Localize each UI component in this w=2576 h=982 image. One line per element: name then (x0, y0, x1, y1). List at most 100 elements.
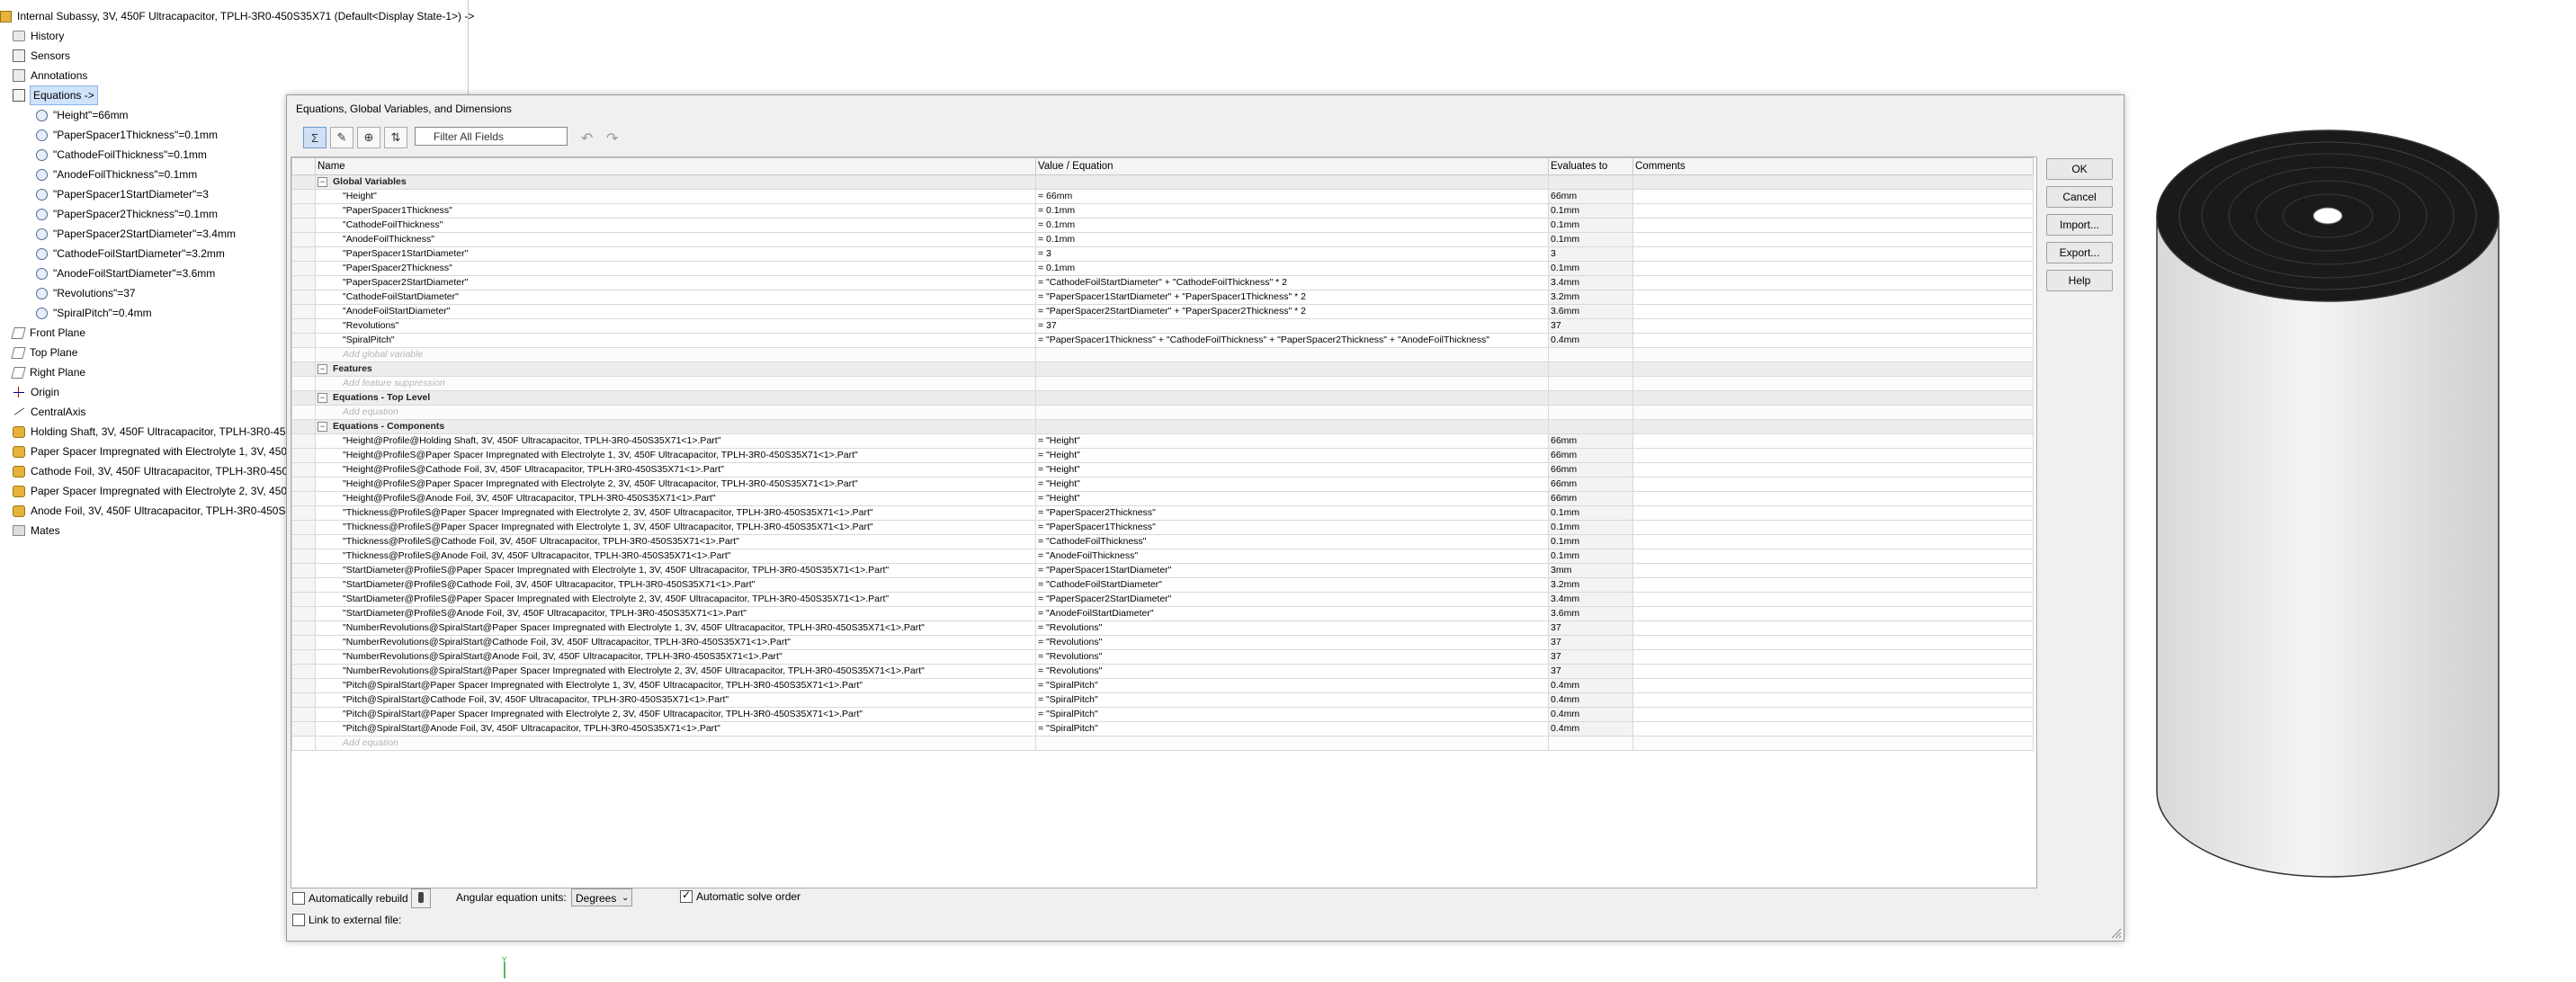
value-equation-cell[interactable]: = "Height" (1035, 433, 1549, 449)
section-row-components[interactable]: − Equations - Components (291, 419, 2034, 434)
evaluates-to-cell[interactable]: 66mm (1548, 433, 1633, 449)
value-equation-cell[interactable]: = "Revolutions" (1035, 635, 1549, 650)
comment-cell[interactable] (1632, 376, 2034, 391)
undo-icon[interactable]: ↶ (581, 129, 593, 147)
tree-equation-item[interactable]: "CathodeFoilThickness"=0.1mm (36, 146, 207, 164)
value-equation-cell[interactable]: = "PaperSpacer1StartDiameter" (1035, 563, 1549, 578)
value-equation-cell[interactable]: = "PaperSpacer2StartDiameter" + "PaperSp… (1035, 304, 1549, 319)
row-marker[interactable] (291, 736, 316, 751)
export-button[interactable]: Export... (2046, 242, 2113, 263)
comment-cell[interactable] (1632, 664, 2034, 679)
column-header-evaluates[interactable]: Evaluates to (1548, 157, 1633, 175)
table-row[interactable]: "StartDiameter@ProfileS@Paper Spacer Imp… (291, 563, 2034, 578)
section-value-cell[interactable] (1035, 362, 1549, 377)
ordered-view-button[interactable]: ⇅ (384, 127, 407, 148)
tree-equation-item[interactable]: "PaperSpacer2StartDiameter"=3.4mm (36, 225, 236, 243)
tree-item-part[interactable]: Paper Spacer Impregnated with Electrolyt… (13, 482, 293, 500)
section-eval-cell[interactable] (1548, 419, 1633, 434)
value-equation-cell[interactable]: = 0.1mm (1035, 261, 1549, 276)
comment-cell[interactable] (1632, 462, 2034, 478)
table-row[interactable]: "Pitch@SpiralStart@Paper Spacer Impregna… (291, 678, 2034, 693)
cancel-button[interactable]: Cancel (2046, 186, 2113, 208)
eval-cell[interactable] (1548, 376, 1633, 391)
name-cell[interactable]: "PaperSpacer2StartDiameter" (315, 275, 1036, 290)
dimension-view-button[interactable]: ⊕ (357, 127, 380, 148)
value-equation-cell[interactable]: = "SpiralPitch" (1035, 707, 1549, 722)
resize-grip-icon[interactable] (2109, 926, 2122, 939)
table-row[interactable]: "PaperSpacer1StartDiameter" = 33 (291, 246, 2034, 262)
evaluates-to-cell[interactable]: 37 (1548, 318, 1633, 334)
value-equation-cell[interactable]: = "PaperSpacer1Thickness" + "CathodeFoil… (1035, 333, 1549, 348)
table-row[interactable]: "NumberRevolutions@SpiralStart@Paper Spa… (291, 664, 2034, 679)
comment-cell[interactable] (1632, 491, 2034, 506)
value-equation-cell[interactable]: = "CathodeFoilStartDiameter" + "CathodeF… (1035, 275, 1549, 290)
row-marker[interactable] (291, 433, 316, 449)
comment-cell[interactable] (1632, 218, 2034, 233)
tree-item-origin[interactable]: Origin (13, 383, 59, 401)
name-cell[interactable]: "AnodeFoilThickness" (315, 232, 1036, 247)
column-header-value[interactable]: Value / Equation (1035, 157, 1549, 175)
name-cell[interactable]: "Pitch@SpiralStart@Anode Foil, 3V, 450F … (315, 721, 1036, 736)
row-marker[interactable] (291, 232, 316, 247)
table-row[interactable]: "Thickness@ProfileS@Cathode Foil, 3V, 45… (291, 534, 2034, 549)
section-header[interactable]: − Global Variables (315, 174, 1036, 190)
row-marker[interactable] (291, 448, 316, 463)
tree-item-annotations[interactable]: Annotations (13, 67, 87, 85)
tree-item-top-plane[interactable]: Top Plane (11, 344, 77, 362)
row-marker[interactable] (291, 606, 316, 621)
table-row[interactable]: "Thickness@ProfileS@Paper Spacer Impregn… (291, 520, 2034, 535)
row-marker[interactable] (291, 304, 316, 319)
table-row[interactable]: "PaperSpacer1Thickness" = 0.1mm 0.1mm (291, 203, 2034, 219)
section-eval-cell[interactable] (1548, 390, 1633, 406)
filter-input[interactable]: Filter All Fields (415, 127, 568, 146)
value-equation-cell[interactable]: = 0.1mm (1035, 203, 1549, 219)
tree-equation-item[interactable]: "SpiralPitch"=0.4mm (36, 304, 152, 322)
evaluates-to-cell[interactable]: 3mm (1548, 563, 1633, 578)
comment-cell[interactable] (1632, 333, 2034, 348)
table-row[interactable]: "Height@ProfileS@Paper Spacer Impregnate… (291, 477, 2034, 492)
value-equation-cell[interactable]: = "PaperSpacer1Thickness" (1035, 520, 1549, 535)
evaluates-to-cell[interactable]: 66mm (1548, 448, 1633, 463)
row-marker[interactable] (291, 390, 316, 406)
evaluates-to-cell[interactable]: 0.1mm (1548, 505, 1633, 521)
table-row[interactable]: "StartDiameter@ProfileS@Cathode Foil, 3V… (291, 577, 2034, 593)
comment-cell[interactable] (1632, 290, 2034, 305)
table-row[interactable]: "Height@ProfileS@Cathode Foil, 3V, 450F … (291, 462, 2034, 478)
section-row-features[interactable]: − Features (291, 362, 2034, 377)
row-marker[interactable] (291, 692, 316, 708)
comment-cell[interactable] (1632, 477, 2034, 492)
model-3d-view[interactable] (2123, 90, 2536, 899)
row-marker[interactable] (291, 505, 316, 521)
table-row[interactable]: "NumberRevolutions@SpiralStart@Cathode F… (291, 635, 2034, 650)
name-cell[interactable]: "NumberRevolutions@SpiralStart@Anode Foi… (315, 649, 1036, 665)
row-marker[interactable] (291, 520, 316, 535)
comment-cell[interactable] (1632, 318, 2034, 334)
evaluates-to-cell[interactable]: 66mm (1548, 189, 1633, 204)
evaluates-to-cell[interactable]: 37 (1548, 649, 1633, 665)
comment-cell[interactable] (1632, 736, 2034, 751)
automatically-rebuild-checkbox[interactable] (292, 892, 305, 905)
name-cell[interactable]: "Thickness@ProfileS@Paper Spacer Impregn… (315, 505, 1036, 521)
row-marker[interactable] (291, 189, 316, 204)
evaluates-to-cell[interactable]: 0.4mm (1548, 333, 1633, 348)
value-equation-cell[interactable]: = "Height" (1035, 477, 1549, 492)
value-cell[interactable] (1035, 405, 1549, 420)
name-cell[interactable]: "AnodeFoilStartDiameter" (315, 304, 1036, 319)
comment-cell[interactable] (1632, 707, 2034, 722)
add-row-global[interactable]: Add global variable (291, 347, 2034, 362)
name-cell[interactable]: "Height@ProfileS@Cathode Foil, 3V, 450F … (315, 462, 1036, 478)
row-marker[interactable] (291, 333, 316, 348)
row-marker[interactable] (291, 203, 316, 219)
table-row[interactable]: "Pitch@SpiralStart@Cathode Foil, 3V, 450… (291, 692, 2034, 708)
comment-cell[interactable] (1632, 433, 2034, 449)
row-marker[interactable] (291, 678, 316, 693)
comment-cell[interactable] (1632, 203, 2034, 219)
row-marker[interactable] (291, 218, 316, 233)
evaluates-to-cell[interactable]: 0.1mm (1548, 549, 1633, 564)
section-value-cell[interactable] (1035, 174, 1549, 190)
table-row[interactable]: "Thickness@ProfileS@Anode Foil, 3V, 450F… (291, 549, 2034, 564)
tree-equation-item[interactable]: "PaperSpacer2Thickness"=0.1mm (36, 205, 218, 223)
row-marker[interactable] (291, 246, 316, 262)
name-cell[interactable]: "Pitch@SpiralStart@Paper Spacer Impregna… (315, 678, 1036, 693)
section-comment-cell[interactable] (1632, 174, 2034, 190)
